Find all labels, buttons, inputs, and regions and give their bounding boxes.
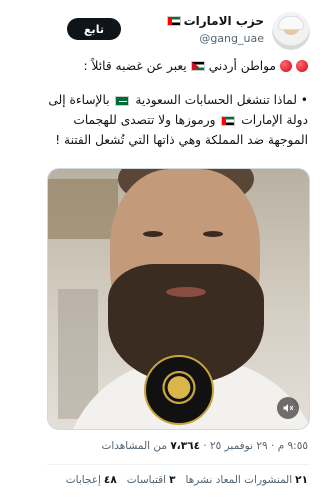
red-circle-icon [296,60,308,72]
video-media[interactable] [47,168,310,430]
uae-flag-icon [221,115,236,126]
tweet-header: حزب الامارات @gang_uae تابع [37,10,320,54]
tweet-date[interactable]: ٢٩ نوفمبر ٢٥ [210,440,268,452]
volume-icon[interactable] [277,397,299,419]
views-count: ٧،٣٦٤ [170,440,200,452]
channel-logo [144,355,214,425]
tweet-line1-rest: يعبر عن غضبه قائلاً : [83,59,187,73]
tweet-meta: ٩:٥٥ م · ٢٩ نوفمبر ٢٥ · ٧،٣٦٤ من المشاهد… [101,440,308,452]
views-label: من المشاهدات [101,440,168,452]
tweet-line-1: مواطن أردني يعبر عن غضبه قائلاً : [46,56,308,76]
tweet-time[interactable]: ٩:٥٥ م [278,440,308,452]
saudi-flag-icon [115,95,130,106]
divider [47,464,310,465]
reposts-stat[interactable]: ٢١المنشورات المعاد نشرها [186,474,308,486]
display-name[interactable]: حزب الامارات [184,14,264,28]
uae-flag-icon [166,16,181,26]
display-name-row[interactable]: حزب الامارات [166,14,264,28]
user-handle[interactable]: @gang_uae [199,32,264,45]
tweet-line1-text: مواطن أردني [208,59,276,73]
tweet-text: مواطن أردني يعبر عن غضبه قائلاً : • لماذ… [46,56,308,150]
avatar[interactable] [272,12,310,50]
follow-button[interactable]: تابع [67,18,121,40]
likes-stat[interactable]: ٤٨إعجابات [66,474,117,486]
quotes-stat[interactable]: ٣اقتباسات [127,474,176,486]
red-circle-icon [280,60,292,72]
tweet-stats: ٢١المنشورات المعاد نشرها ٣اقتباسات ٤٨إعج… [46,474,308,486]
tweet-para-a: • لماذا تنشغل الحسابات السعودية [135,93,308,107]
jordan-flag-icon [190,61,205,71]
tweet-paragraph: • لماذا تنشغل الحسابات السعودية بالإساءة… [46,90,308,150]
